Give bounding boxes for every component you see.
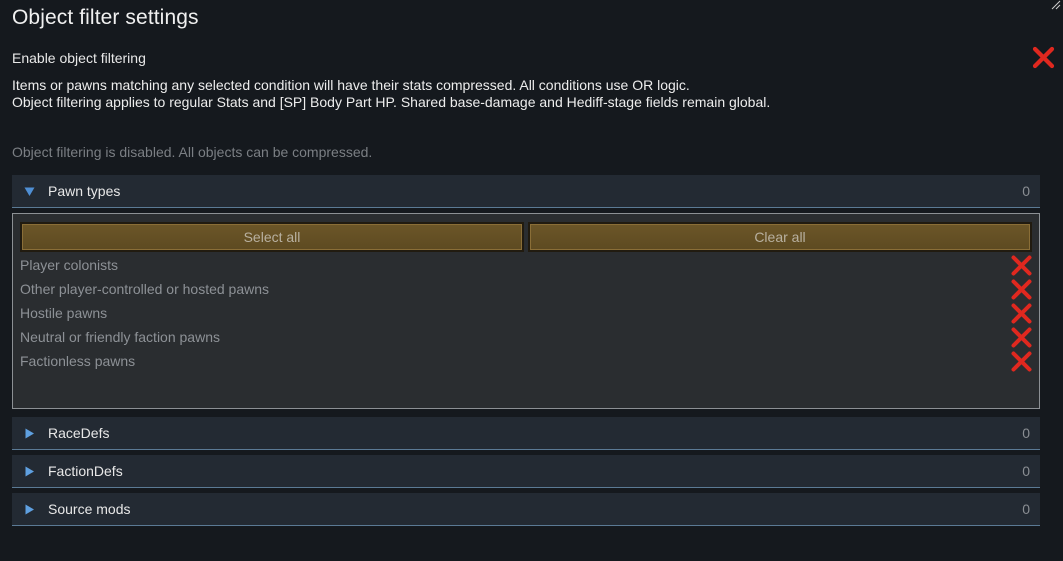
list-item-player-colonists[interactable]: Player colonists xyxy=(20,255,1032,277)
object-filter-settings-window: Object filter settings Enable object fil… xyxy=(0,0,1063,561)
section-count-pawn-types: 0 xyxy=(1022,183,1030,199)
list-item-label: Neutral or friendly faction pawns xyxy=(20,329,220,345)
red-x-icon[interactable] xyxy=(1011,255,1032,276)
list-item-hostile-pawns[interactable]: Hostile pawns xyxy=(20,303,1032,325)
list-item-label: Other player-controlled or hosted pawns xyxy=(20,281,270,297)
description-line-2: Object filtering applies to regular Stat… xyxy=(12,94,771,110)
section-header-factiondefs[interactable]: FactionDefs 0 xyxy=(12,455,1040,488)
section-count-racedefs: 0 xyxy=(1022,425,1030,441)
clear-all-button[interactable]: Clear all xyxy=(528,222,1032,252)
filtering-status-text: Object filtering is disabled. All object… xyxy=(12,144,373,160)
resize-corner-icon[interactable] xyxy=(1051,0,1061,10)
section-header-racedefs[interactable]: RaceDefs 0 xyxy=(12,417,1040,450)
enable-object-filtering-checkbox-red-x-icon[interactable] xyxy=(1032,46,1055,69)
red-x-icon[interactable] xyxy=(1011,279,1032,300)
list-item-factionless-pawns[interactable]: Factionless pawns xyxy=(20,351,1032,373)
expanded-triangle-icon xyxy=(24,187,35,196)
section-label-source-mods: Source mods xyxy=(48,501,131,517)
red-x-icon[interactable] xyxy=(1011,303,1032,324)
section-label-factiondefs: FactionDefs xyxy=(48,463,123,479)
select-all-button[interactable]: Select all xyxy=(20,222,524,252)
red-x-icon[interactable] xyxy=(1011,327,1032,348)
section-header-source-mods[interactable]: Source mods 0 xyxy=(12,493,1040,526)
section-count-factiondefs: 0 xyxy=(1022,463,1030,479)
collapsed-triangle-icon xyxy=(25,466,34,477)
description-line-1: Items or pawns matching any selected con… xyxy=(12,77,690,93)
section-header-pawn-types[interactable]: Pawn types 0 xyxy=(12,175,1040,208)
list-item-other-player-controlled[interactable]: Other player-controlled or hosted pawns xyxy=(20,279,1032,301)
window-title: Object filter settings xyxy=(12,6,199,29)
enable-object-filtering-label: Enable object filtering xyxy=(12,50,146,66)
section-label-pawn-types: Pawn types xyxy=(48,183,121,199)
collapsed-triangle-icon xyxy=(25,504,34,515)
section-count-source-mods: 0 xyxy=(1022,501,1030,517)
list-item-label: Player colonists xyxy=(20,257,119,273)
red-x-icon[interactable] xyxy=(1011,351,1032,372)
collapsed-triangle-icon xyxy=(25,428,34,439)
list-item-label: Hostile pawns xyxy=(20,305,108,321)
list-item-neutral-friendly-pawns[interactable]: Neutral or friendly faction pawns xyxy=(20,327,1032,349)
pawn-types-panel: Select all Clear all Player colonists Ot… xyxy=(12,213,1040,409)
list-item-label: Factionless pawns xyxy=(20,353,136,369)
section-label-racedefs: RaceDefs xyxy=(48,425,110,441)
